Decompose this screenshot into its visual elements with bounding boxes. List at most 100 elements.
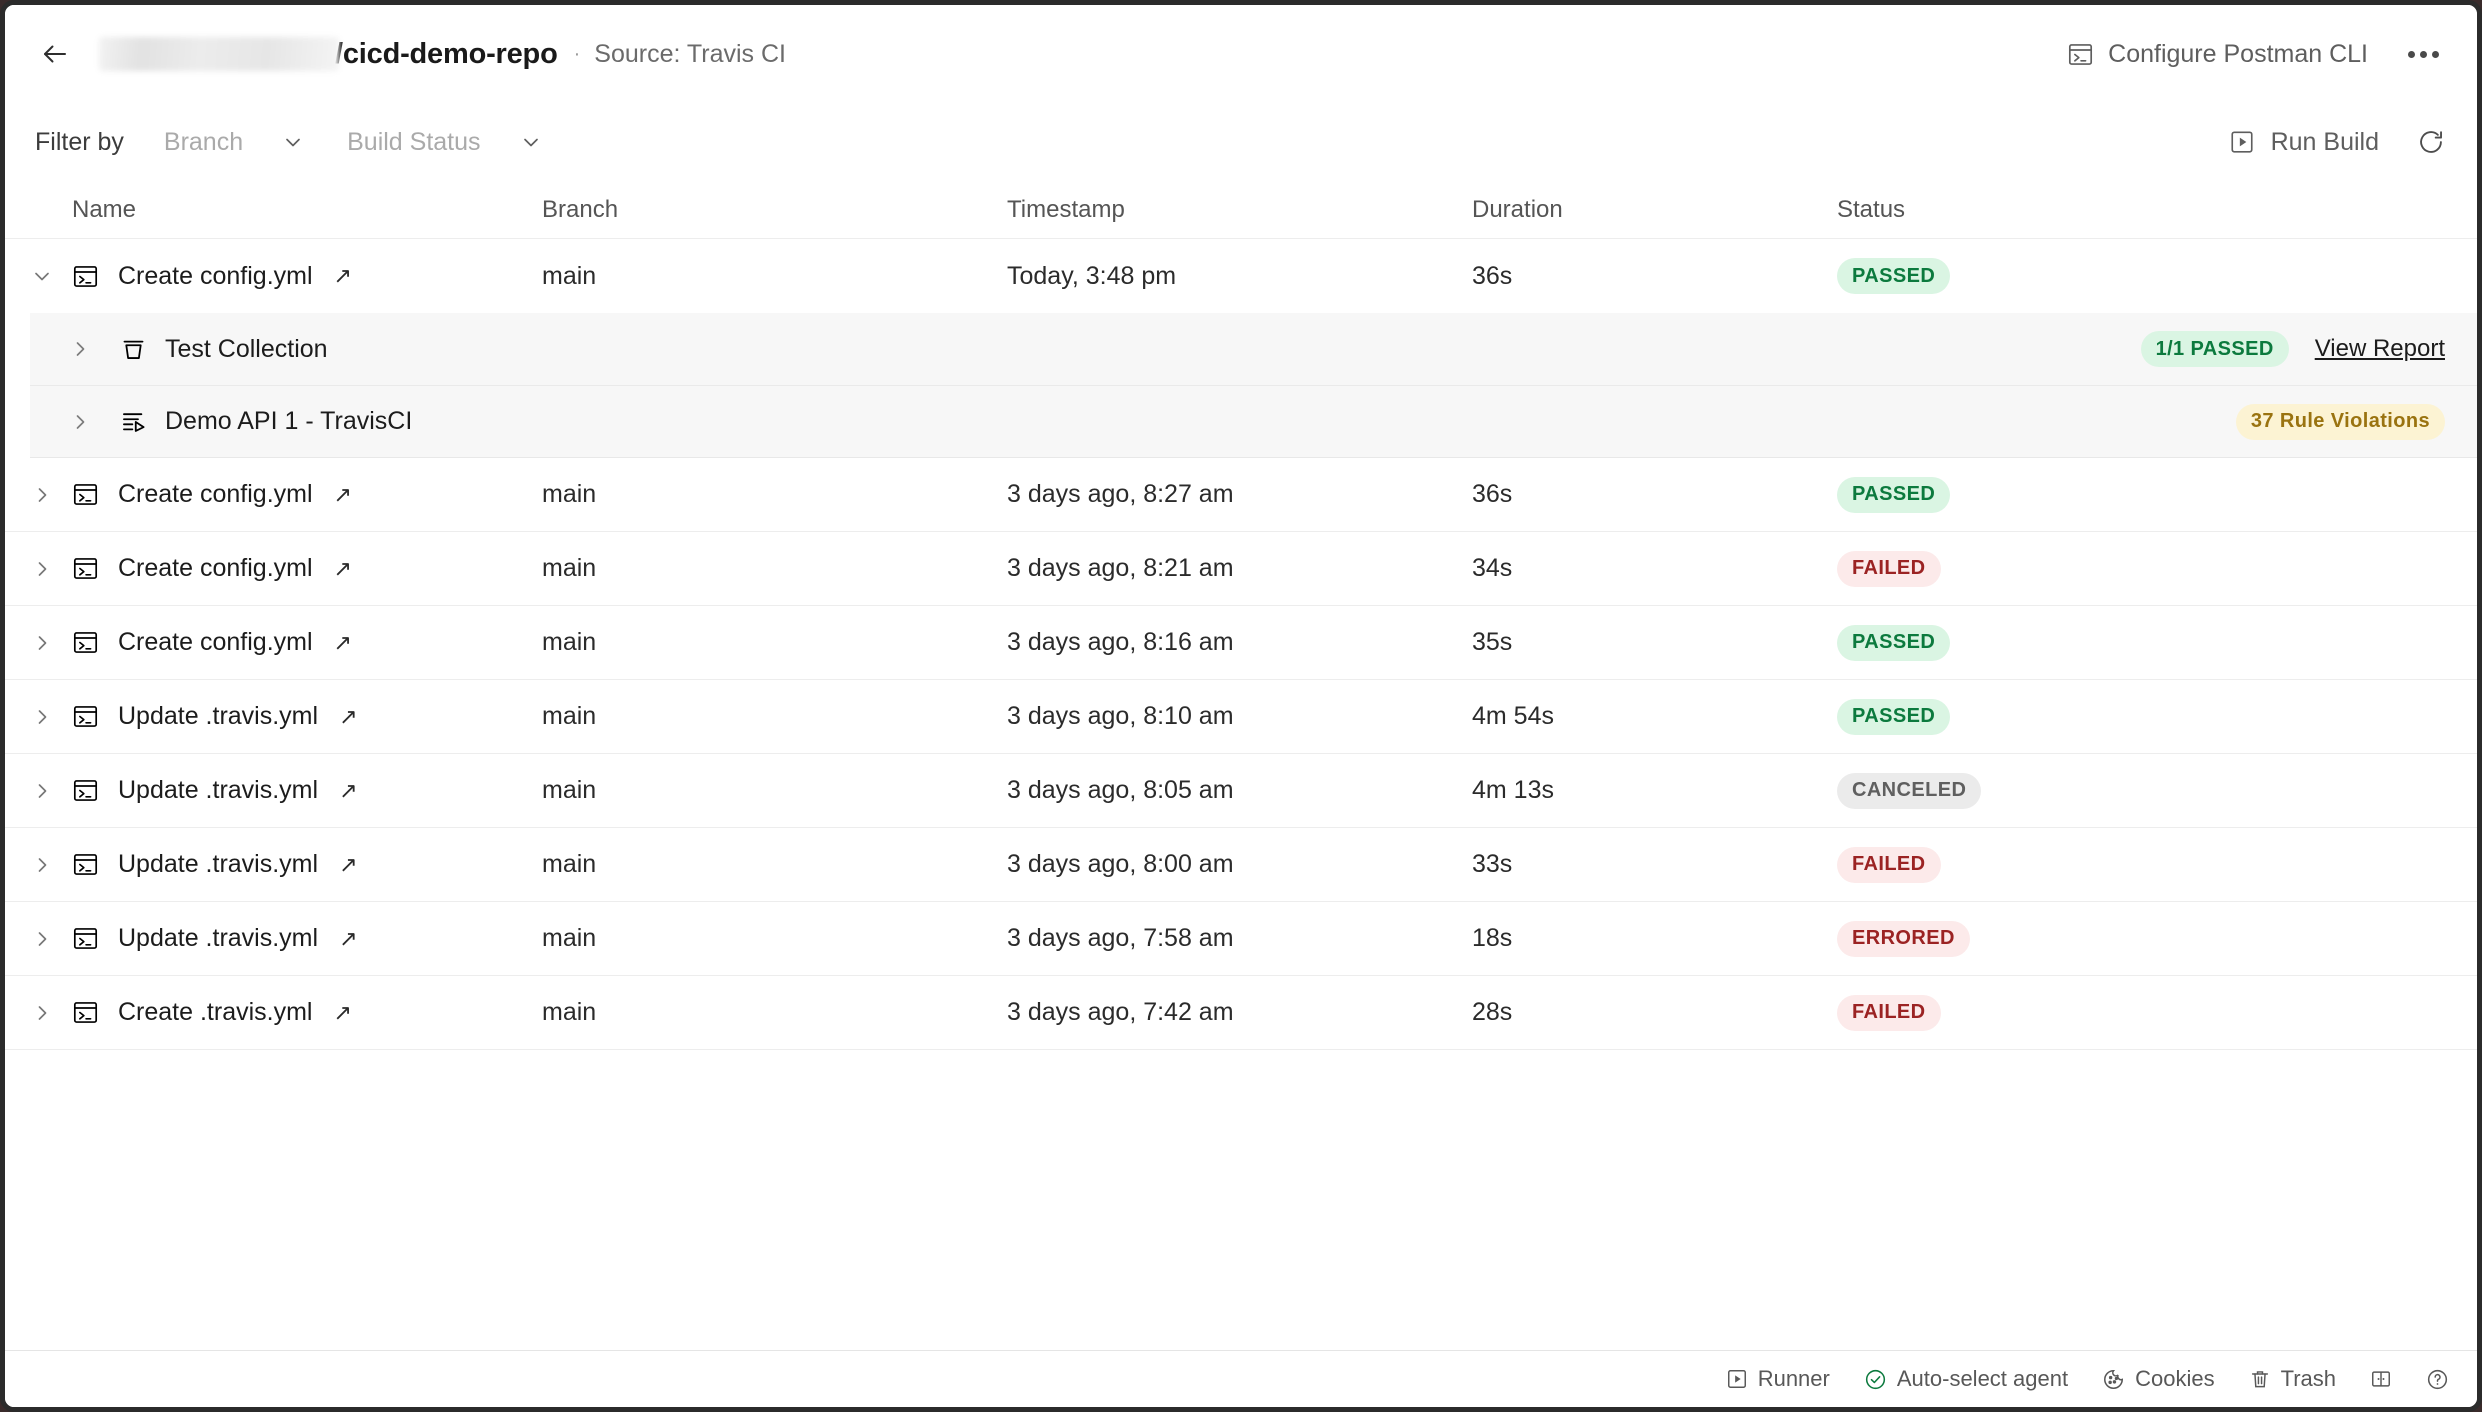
child-status-badge: 1/1 PASSED	[2140, 331, 2289, 367]
row-expand-toggle[interactable]	[30, 1001, 72, 1025]
row-collapse-toggle[interactable]	[30, 264, 72, 288]
build-name-link[interactable]: Update .travis.yml ↗	[72, 924, 542, 953]
status-cookies-button[interactable]: Cookies	[2102, 1366, 2215, 1392]
status-trash-label: Trash	[2280, 1366, 2336, 1391]
row-expand-toggle[interactable]	[30, 927, 72, 951]
child-row[interactable]: Demo API 1 - TravisCI 37 Rule Violations	[30, 385, 2477, 457]
child-entity-link[interactable]: Demo API 1 - TravisCI	[120, 407, 412, 436]
build-name: Create config.yml	[118, 261, 313, 290]
configure-postman-cli-button[interactable]: Configure Postman CLI	[2067, 40, 2368, 69]
build-name-link[interactable]: Create .travis.yml ↗	[72, 998, 542, 1027]
build-name-link[interactable]: Create config.yml ↗	[72, 480, 542, 509]
status-badge: ERRORED	[1837, 920, 1970, 957]
external-link-icon: ↗	[333, 263, 352, 288]
row-expand-toggle[interactable]	[30, 853, 72, 877]
build-name: Update .travis.yml	[118, 924, 319, 952]
status-layout-panel-button[interactable]	[2370, 1368, 2392, 1390]
build-timestamp: 3 days ago, 8:21 am	[1007, 554, 1234, 582]
child-row[interactable]: Test Collection 1/1 PASSED View Report	[30, 313, 2477, 385]
child-entity-name: Test Collection	[165, 334, 328, 363]
status-badge: FAILED	[1837, 846, 1941, 883]
build-duration: 35s	[1472, 628, 1513, 656]
status-runner-button[interactable]: Runner	[1726, 1366, 1830, 1392]
row-expand-toggle[interactable]	[30, 631, 72, 655]
table-row[interactable]: Create .travis.yml ↗ main 3 days ago, 7:42 …	[5, 976, 2477, 1050]
build-duration: 18s	[1472, 924, 1513, 952]
build-name-link[interactable]: Create config.yml ↗	[72, 628, 542, 657]
row-expand-toggle[interactable]	[30, 557, 72, 581]
branch-filter-value: Branch	[163, 127, 244, 156]
row-expand-toggle[interactable]	[30, 483, 72, 507]
build-branch: main	[542, 924, 597, 952]
status-cookies-label: Cookies	[2135, 1366, 2215, 1391]
table-row[interactable]: Update .travis.yml ↗ main 3 days ago, 8:00 …	[5, 828, 2477, 902]
build-name: Create .travis.yml	[118, 998, 313, 1026]
terminal-icon	[72, 481, 99, 508]
view-report-link[interactable]: View Report	[2315, 335, 2445, 363]
help-circle-icon	[2426, 1368, 2449, 1391]
build-name-link[interactable]: Update .travis.yml ↗	[72, 702, 542, 731]
build-status-filter-value: Build Status	[347, 127, 481, 156]
layout-panel-icon	[2370, 1368, 2392, 1390]
play-square-icon	[1726, 1368, 1748, 1390]
child-rows-group: Test Collection 1/1 PASSED View Report Demo…	[30, 313, 2477, 458]
refresh-icon	[2417, 128, 2445, 156]
status-badge: CANCELED	[1837, 772, 1982, 809]
external-link-icon: ↗	[339, 777, 358, 803]
chevron-right-icon	[68, 410, 92, 434]
column-header-name: Name	[72, 195, 137, 223]
child-entity-link[interactable]: Test Collection	[120, 335, 328, 364]
external-link-icon: ↗	[339, 703, 358, 729]
external-link-icon: ↗	[333, 555, 352, 581]
more-options-button[interactable]	[2402, 45, 2445, 64]
branch-filter-dropdown[interactable]: Branch	[164, 128, 305, 157]
status-help-button[interactable]	[2426, 1368, 2449, 1391]
build-name: Create config.yml	[118, 554, 313, 582]
refresh-button[interactable]	[2417, 128, 2445, 156]
build-name-link[interactable]: Update .travis.yml ↗	[72, 776, 542, 805]
run-build-button[interactable]: Run Build	[2229, 128, 2379, 157]
build-branch: main	[542, 628, 597, 656]
terminal-icon	[72, 263, 99, 290]
status-badge: PASSED	[1837, 698, 1951, 735]
chevron-right-icon	[30, 927, 54, 951]
table-row[interactable]: Create config.yml ↗ main 3 days ago, 8:16 a…	[5, 606, 2477, 680]
build-name-link[interactable]: Create config.yml ↗	[72, 262, 542, 291]
build-duration: 34s	[1472, 554, 1513, 582]
child-entity-name: Demo API 1 - TravisCI	[165, 407, 413, 435]
table-row[interactable]: Create config.yml ↗ main Today, 3:48 pm 36s P…	[5, 239, 2477, 313]
build-branch: main	[542, 998, 597, 1026]
row-expand-toggle[interactable]	[30, 779, 72, 803]
child-expand-toggle[interactable]	[68, 337, 120, 361]
column-header-branch: Branch	[542, 195, 619, 223]
status-auto-select-agent-button[interactable]: Auto-select agent	[1864, 1366, 2068, 1392]
status-bar: Runner Auto-select agent Cookies Trash	[5, 1350, 2477, 1407]
build-timestamp: 3 days ago, 8:27 am	[1007, 480, 1234, 508]
chevron-right-icon	[30, 483, 54, 507]
row-expand-toggle[interactable]	[30, 705, 72, 729]
status-auto-select-agent-label: Auto-select agent	[1896, 1366, 2069, 1391]
table-row[interactable]: Update .travis.yml ↗ main 3 days ago, 8:05 …	[5, 754, 2477, 828]
terminal-icon	[72, 851, 99, 878]
build-name-link[interactable]: Update .travis.yml ↗	[72, 850, 542, 879]
table-row[interactable]: Update .travis.yml ↗ main 3 days ago, 8:10 …	[5, 680, 2477, 754]
build-name: Update .travis.yml	[118, 702, 319, 730]
build-status-filter-dropdown[interactable]: Build Status	[347, 128, 542, 157]
back-button[interactable]	[33, 32, 77, 76]
collection-icon	[120, 336, 147, 363]
status-badge: FAILED	[1837, 994, 1941, 1031]
build-name-link[interactable]: Create config.yml ↗	[72, 554, 542, 583]
external-link-icon: ↗	[333, 481, 352, 507]
build-timestamp: Today, 3:48 pm	[1007, 261, 1177, 290]
redacted-owner-name	[99, 37, 339, 71]
build-duration: 4m 13s	[1472, 776, 1554, 804]
build-branch: main	[542, 850, 597, 878]
table-row[interactable]: Update .travis.yml ↗ main 3 days ago, 7:58 …	[5, 902, 2477, 976]
table-row[interactable]: Create config.yml ↗ main 3 days ago, 8:21 a…	[5, 532, 2477, 606]
child-expand-toggle[interactable]	[68, 410, 120, 434]
build-timestamp: 3 days ago, 8:00 am	[1007, 850, 1234, 878]
table-row[interactable]: Create config.yml ↗ main 3 days ago, 8:27 a…	[5, 458, 2477, 532]
api-icon	[120, 408, 147, 435]
terminal-icon	[72, 925, 99, 952]
status-trash-button[interactable]: Trash	[2249, 1366, 2336, 1392]
